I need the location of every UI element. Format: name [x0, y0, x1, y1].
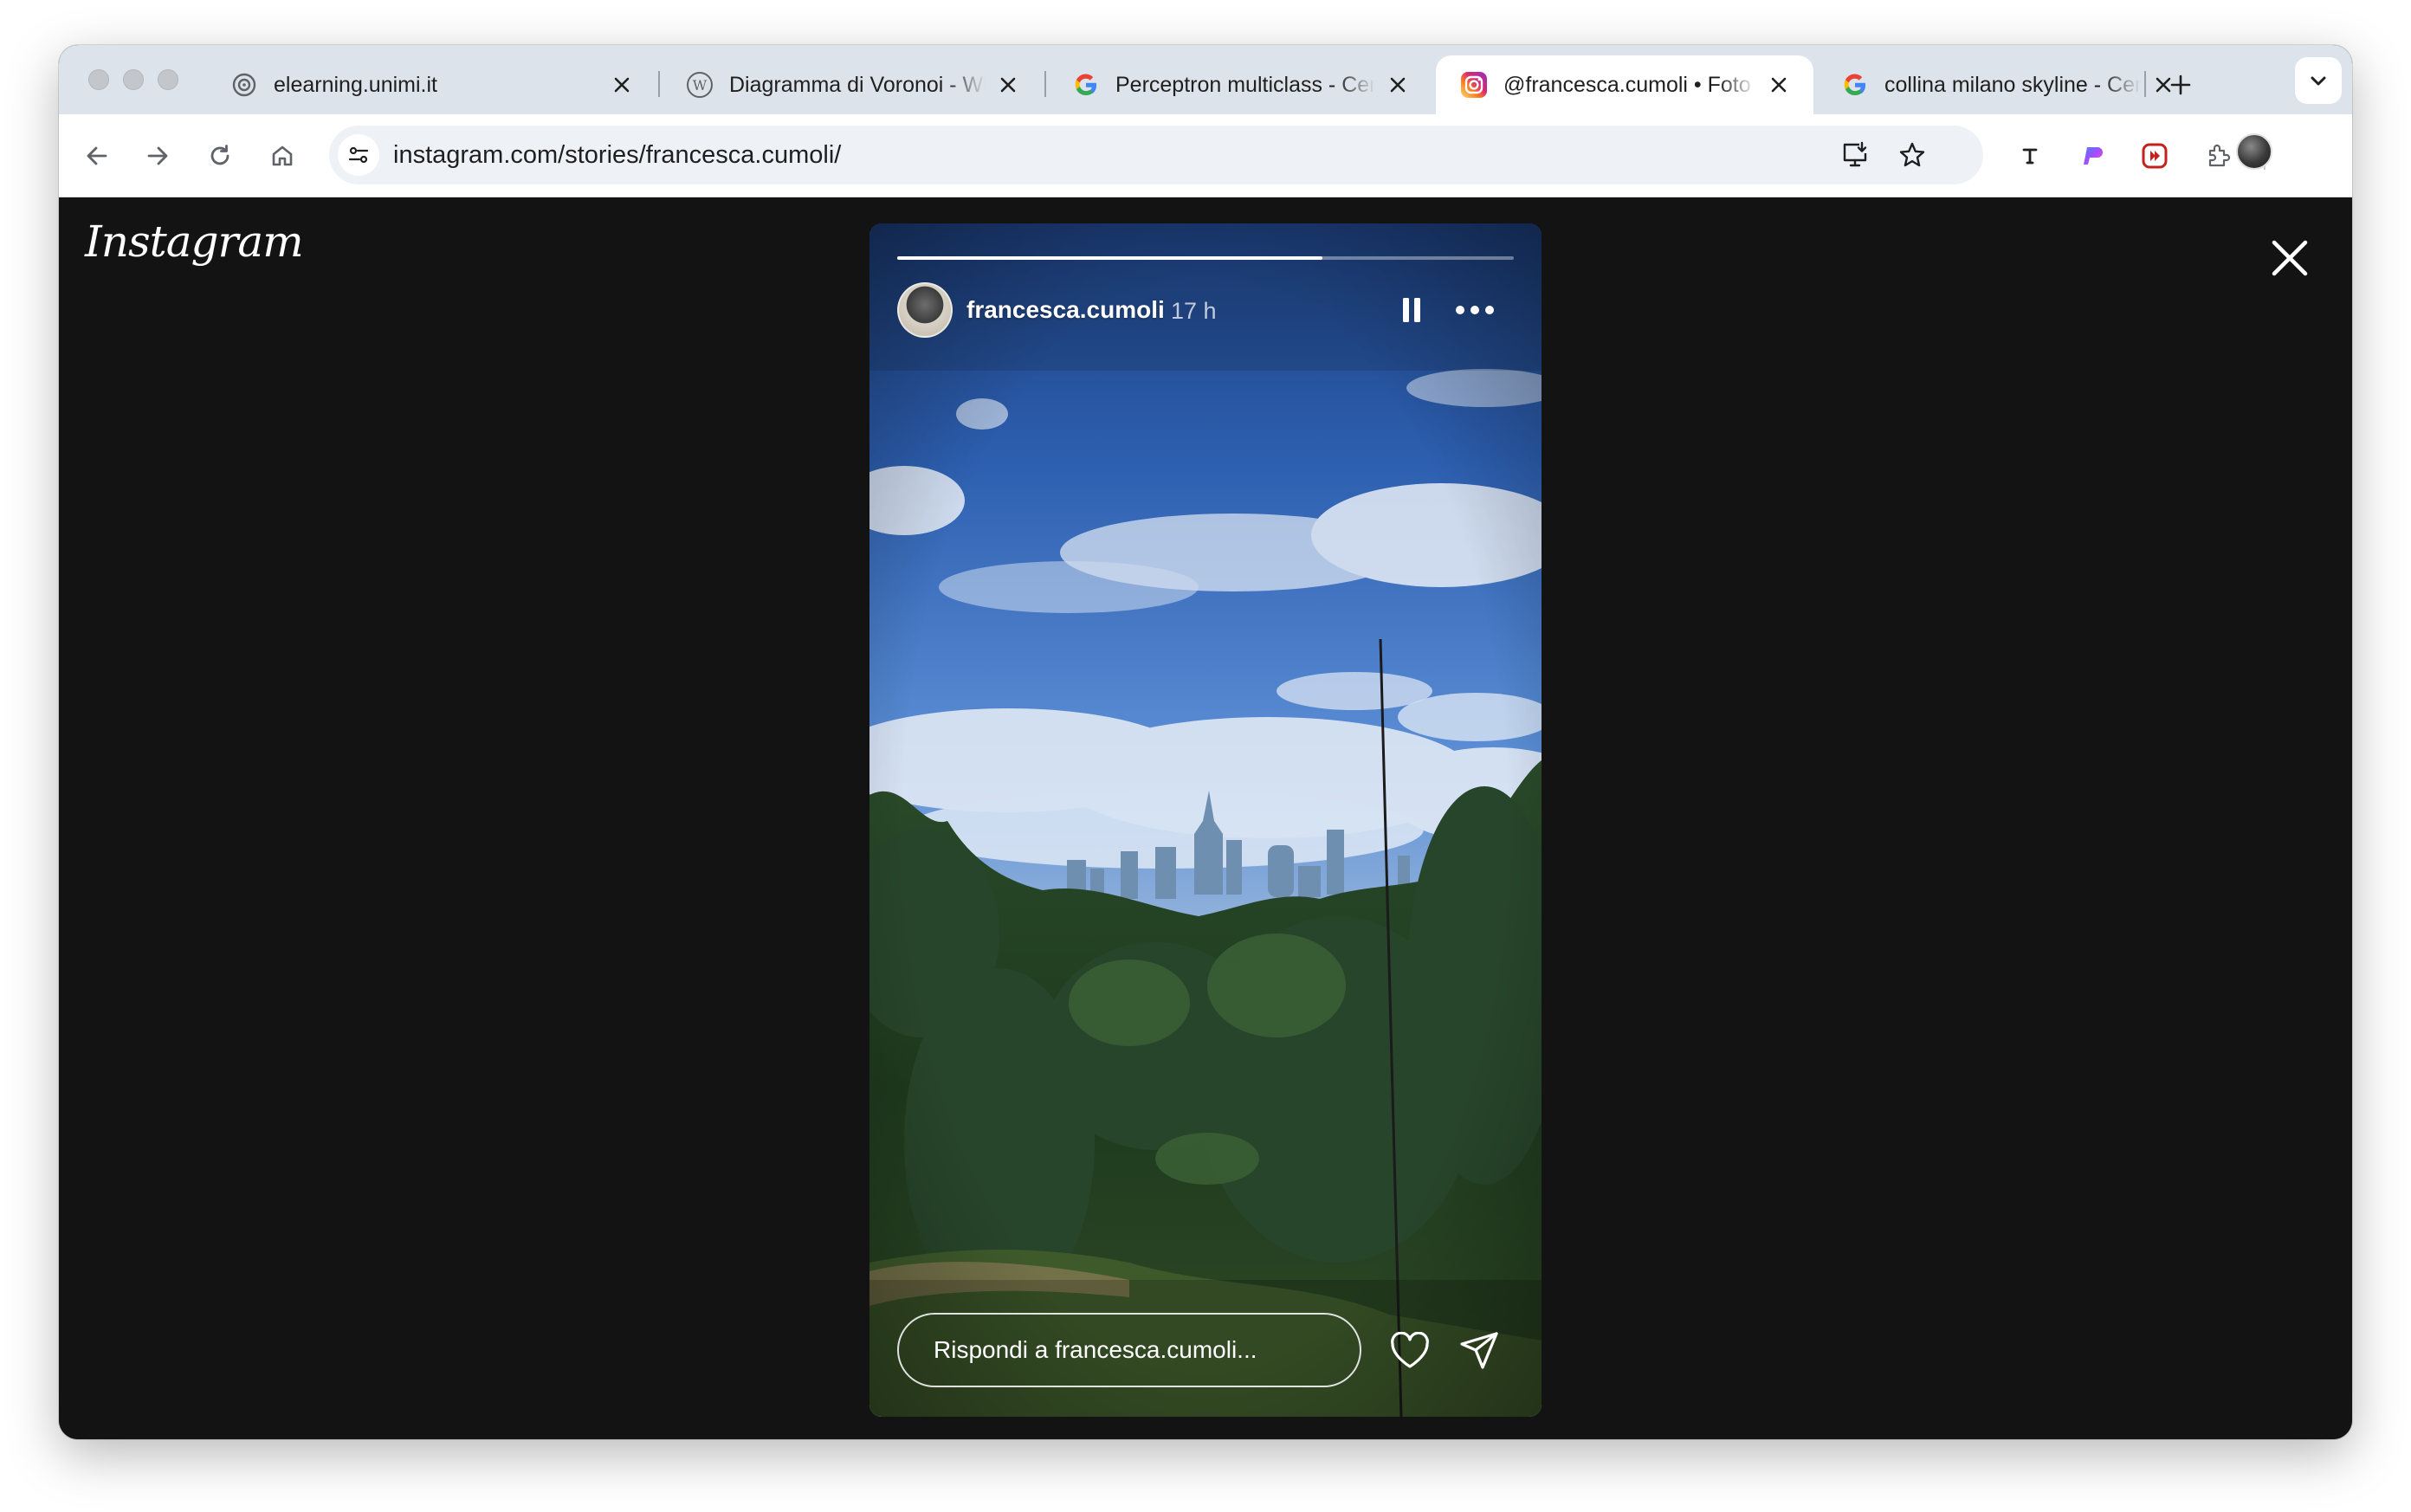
home-button[interactable]: [262, 135, 303, 177]
forward-button[interactable]: [137, 135, 178, 177]
like-button[interactable]: [1387, 1328, 1432, 1373]
window-close-button[interactable]: [88, 69, 109, 90]
arrow-right-icon: [147, 146, 168, 165]
close-icon[interactable]: [994, 71, 1022, 99]
tab-instagram[interactable]: @francesca.cumoli • Foto e video di Inst…: [1436, 55, 1813, 114]
tab-title: @francesca.cumoli • Foto e video di Inst…: [1503, 72, 1756, 97]
bookmark-button[interactable]: [1893, 136, 1931, 174]
send-icon: [1460, 1332, 1498, 1369]
browser-toolbar: instagram.com/stories/francesca.cumoli/: [59, 114, 2352, 197]
tab-title: Perceptron multiclass - Cerca con Google: [1115, 72, 1375, 97]
url-host: instagram.com: [393, 141, 559, 169]
browser-window: elearning.unimi.it W Diagramma di Vorono…: [59, 45, 2352, 1439]
arrow-left-icon: [87, 146, 107, 165]
window-minimize-button[interactable]: [123, 69, 144, 90]
story-photo: [869, 223, 1542, 1417]
tab-separator: [658, 71, 660, 97]
story-time: 17 h: [1171, 298, 1217, 324]
moodle-icon: [230, 71, 258, 99]
tab-voronoi[interactable]: W Diagramma di Voronoi - Wikipedia: [662, 55, 1043, 114]
share-button[interactable]: [1457, 1328, 1502, 1373]
tab-title: Diagramma di Voronoi - Wikipedia: [729, 72, 986, 97]
purple-extension-icon: [2084, 147, 2103, 165]
tab-separator: [1044, 71, 1046, 97]
close-story-button[interactable]: [2267, 236, 2312, 281]
pause-icon: [1403, 298, 1420, 322]
extensions-menu-button[interactable]: [2198, 135, 2240, 177]
tune-icon: [348, 146, 369, 164]
tab-title: collina milano skyline - Cerca con Googl…: [1884, 72, 2141, 97]
text-t-icon: [2022, 148, 2038, 165]
extension-red-button[interactable]: [2134, 135, 2175, 177]
more-horizontal-icon: [1456, 306, 1494, 314]
instagram-icon: [1460, 71, 1488, 99]
story-progress-fill: [897, 256, 1323, 260]
story-progress-bar: [897, 256, 1514, 260]
address-bar[interactable]: instagram.com/stories/francesca.cumoli/: [329, 126, 1983, 184]
url-text: instagram.com/stories/francesca.cumoli/: [393, 141, 841, 170]
reply-input[interactable]: Rispondi a francesca.cumoli...: [897, 1313, 1361, 1387]
tab-title: elearning.unimi.it: [274, 72, 437, 97]
site-info-button[interactable]: [338, 134, 379, 176]
google-icon: [1072, 71, 1100, 99]
extension-purple-button[interactable]: [2072, 135, 2113, 177]
wikipedia-icon: W: [686, 71, 714, 99]
reload-icon: [210, 145, 229, 165]
story-options-button[interactable]: [1451, 291, 1498, 329]
close-icon[interactable]: [608, 71, 636, 99]
heart-icon: [1391, 1332, 1429, 1368]
close-icon[interactable]: [1384, 71, 1412, 99]
home-icon: [272, 145, 293, 166]
tab-perceptron[interactable]: Perceptron multiclass - Cerca con Google: [1048, 55, 1432, 114]
new-tab-button[interactable]: [2160, 64, 2201, 106]
pause-button[interactable]: [1393, 291, 1431, 329]
tab-collina-milano[interactable]: collina milano skyline - Cerca con Googl…: [1817, 55, 2198, 114]
star-icon: [1899, 142, 1925, 167]
tab-strip: elearning.unimi.it W Diagramma di Vorono…: [59, 45, 2352, 114]
tab-elearning[interactable]: elearning.unimi.it: [206, 55, 656, 114]
window-zoom-button[interactable]: [158, 69, 178, 90]
story-username[interactable]: francesca.cumoli: [966, 296, 1165, 324]
red-play-extension-icon: [2142, 143, 2168, 169]
close-icon[interactable]: [1765, 71, 1793, 99]
chevron-down-icon: [2311, 76, 2326, 86]
install-app-button[interactable]: [1836, 136, 1874, 174]
instagram-logo[interactable]: Instagram: [85, 216, 304, 267]
story-user-avatar[interactable]: [897, 282, 953, 338]
svg-text:W: W: [693, 77, 708, 94]
puzzle-icon: [2208, 144, 2231, 167]
url-path: /stories/francesca.cumoli/: [558, 141, 842, 169]
reload-button[interactable]: [199, 135, 241, 177]
google-icon: [1841, 71, 1869, 99]
back-button[interactable]: [76, 135, 118, 177]
extension-translate-button[interactable]: [2009, 135, 2051, 177]
story-card[interactable]: francesca.cumoli 17 h Rispondi a frances…: [869, 223, 1542, 1417]
tab-separator: [2144, 71, 2146, 97]
instagram-stories-viewer: Instagram francesca.cumoli 17 h Rispondi…: [59, 197, 2352, 1439]
profile-avatar[interactable]: [2236, 133, 2272, 170]
tab-search-button[interactable]: [2295, 57, 2342, 104]
install-desktop-icon: [1843, 141, 1867, 167]
close-icon: [2272, 240, 2308, 276]
